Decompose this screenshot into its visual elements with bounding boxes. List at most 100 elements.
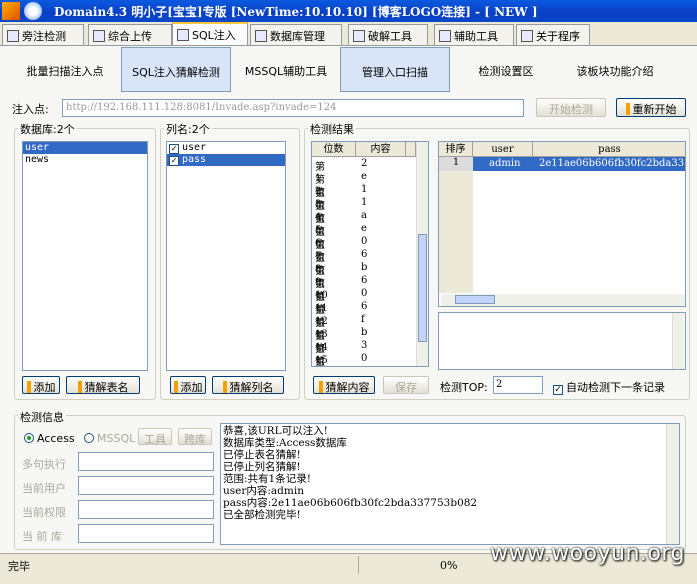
top-label: 检测TOP: xyxy=(440,381,488,394)
database-icon xyxy=(255,30,267,42)
guess-content-button[interactable]: 猜解内容 xyxy=(313,376,375,394)
mssql-tools-button[interactable]: MSSQL辅助工具 xyxy=(236,47,336,92)
char-value: 3 xyxy=(361,340,368,351)
column-list[interactable]: ✓ user ✓ pass xyxy=(166,141,286,371)
tab-sql-inject[interactable]: SQL注入 xyxy=(172,22,248,46)
search-icon xyxy=(177,29,189,41)
globe-icon xyxy=(7,30,19,42)
add-column-button[interactable]: 添加 xyxy=(170,376,206,394)
column-header-content: 内容 xyxy=(356,142,406,157)
restart-button[interactable]: 重新开始 xyxy=(616,98,686,117)
save-button[interactable]: 保存 xyxy=(383,376,429,394)
char-value: 0 xyxy=(361,236,368,247)
char-position: 第16位 xyxy=(315,357,325,367)
char-result-list[interactable]: 位数 内容 第1位 2 第2位 e 第3位 1 第4位 1 第5位 a 第6位 e 第7位 0 第8位 6 第9… xyxy=(311,141,429,367)
books-icon xyxy=(521,30,533,42)
log-line: pass内容:2e11ae06b606fb30fc2bda337753b082 xyxy=(223,497,478,509)
tab-aux-tools[interactable]: 辅助工具 xyxy=(434,24,514,46)
add-table-button[interactable]: 添加 xyxy=(22,376,60,394)
current-db-field[interactable] xyxy=(78,524,214,543)
grid-cell-pass: 2e11ae06b606fb30fc2bda33 xyxy=(539,158,685,169)
checkbox-checked-icon[interactable]: ✓ xyxy=(169,156,179,166)
button-marker-icon xyxy=(222,381,227,393)
guess-tables-button[interactable]: 猜解表名 xyxy=(66,376,140,394)
user-icon xyxy=(24,2,42,20)
char-value: 1 xyxy=(361,184,368,195)
top-input[interactable]: 2 xyxy=(493,376,543,394)
sql-guess-button[interactable]: SQL注入猜解检测 xyxy=(121,47,231,92)
tools-button[interactable]: 工具 xyxy=(138,428,172,446)
info-title: 检测信息 xyxy=(18,409,66,425)
multi-exec-field[interactable] xyxy=(78,452,214,471)
column-header-order: 排序 xyxy=(439,142,473,157)
settings-button[interactable]: 检测设置区 xyxy=(456,47,556,92)
multi-exec-label: 多句执行 xyxy=(22,458,66,471)
table-item-news[interactable]: news xyxy=(23,154,147,166)
auto-next-checkbox[interactable]: ✓ 自动检测下一条记录 xyxy=(553,379,665,395)
button-marker-icon xyxy=(318,381,323,393)
char-value: a xyxy=(361,210,367,221)
column-header-position: 位数 xyxy=(312,142,356,157)
char-value: 6 xyxy=(361,301,368,312)
char-value: f xyxy=(361,314,365,325)
batch-scan-button[interactable]: 批量扫描注入点 xyxy=(12,47,118,92)
checkbox-checked-icon[interactable]: ✓ xyxy=(553,385,563,395)
document-icon xyxy=(439,30,451,42)
char-value: 6 xyxy=(361,249,368,260)
database-title: 数据库:2个 xyxy=(18,121,77,137)
char-value: e xyxy=(361,223,367,234)
table-list[interactable]: user news xyxy=(22,141,148,371)
scroll-thumb[interactable] xyxy=(455,295,495,304)
access-radio[interactable]: Access xyxy=(24,432,75,445)
radio-empty-icon[interactable] xyxy=(84,433,94,443)
chart-icon xyxy=(93,30,105,42)
char-list-scrollbar[interactable] xyxy=(416,142,428,366)
log-line: 范围:共有1条记录! xyxy=(223,473,311,485)
char-value: e xyxy=(361,171,367,182)
column-item-pass[interactable]: ✓ pass xyxy=(167,154,285,166)
column-item-user[interactable]: ✓ user xyxy=(167,142,285,154)
log-line: 恭喜,该URL可以注入! xyxy=(223,425,328,437)
tab-db-manage[interactable]: 数据库管理 xyxy=(250,24,342,46)
cross-db-button[interactable]: 跨库 xyxy=(178,428,212,446)
log-line: 已停止列名猜解! xyxy=(223,461,301,473)
checkbox-checked-icon[interactable]: ✓ xyxy=(169,144,179,154)
main-tabs: 旁注检测 综合上传 SQL注入 数据库管理 破解工具 辅助工具 关于程序 xyxy=(0,22,697,46)
scroll-thumb[interactable] xyxy=(418,234,427,342)
button-marker-icon xyxy=(26,381,31,393)
button-marker-icon xyxy=(173,381,178,393)
tab-crack-tools[interactable]: 破解工具 xyxy=(348,24,428,46)
current-db-label: 当 前 库 xyxy=(22,530,62,543)
button-marker-icon xyxy=(77,381,82,393)
current-user-label: 当前用户 xyxy=(22,482,66,495)
grid-hscrollbar[interactable] xyxy=(441,294,685,306)
current-privilege-field[interactable] xyxy=(78,500,214,519)
log-line: 已停止表名猜解! xyxy=(223,449,301,461)
tab-side-detect[interactable]: 旁注检测 xyxy=(2,24,84,46)
result-memo[interactable] xyxy=(438,312,686,370)
table-item-user[interactable]: user xyxy=(23,142,147,154)
inject-label: 注入点: xyxy=(12,103,49,116)
module-intro-button[interactable]: 该板块功能介绍 xyxy=(560,47,670,92)
char-value: 6 xyxy=(361,275,368,286)
log-scrollbar[interactable] xyxy=(666,424,679,544)
mssql-radio[interactable]: MSSQL xyxy=(84,432,135,445)
start-detect-button[interactable]: 开始检测 xyxy=(536,98,606,117)
char-value: b xyxy=(361,327,368,338)
current-privilege-label: 当前权限 xyxy=(22,506,66,519)
current-user-field[interactable] xyxy=(78,476,214,495)
record-grid[interactable]: 排序 user pass 1 admin 2e11ae06b606fb30fc2… xyxy=(438,141,686,307)
columns-title: 列名:2个 xyxy=(164,121,212,137)
radio-selected-icon[interactable] xyxy=(24,433,34,443)
char-value: 0 xyxy=(361,288,368,299)
row-header-column xyxy=(439,157,473,293)
inject-url-input[interactable]: http://192.168.111.128:8081/Invade.asp?i… xyxy=(62,99,524,117)
log-line: user内容:admin xyxy=(223,485,304,497)
guess-columns-button[interactable]: 猜解列名 xyxy=(212,376,284,394)
tab-upload[interactable]: 综合上传 xyxy=(88,24,172,46)
log-memo[interactable]: 恭喜,该URL可以注入! 数据库类型:Access数据库 已停止表名猜解! 已停止列名… xyxy=(220,423,680,545)
char-value: b xyxy=(361,262,368,273)
tab-about[interactable]: 关于程序 xyxy=(516,24,590,46)
admin-scan-button[interactable]: 管理入口扫描 xyxy=(340,47,450,92)
memo-scrollbar[interactable] xyxy=(672,313,684,369)
